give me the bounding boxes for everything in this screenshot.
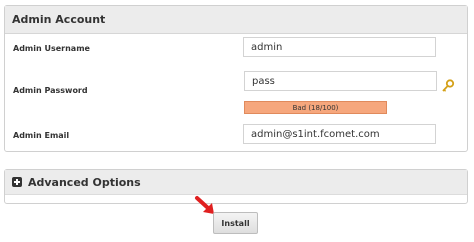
advanced-options-title: Advanced Options bbox=[28, 175, 141, 189]
admin-email-input[interactable]: admin@s1int.fcomet.com bbox=[243, 124, 436, 144]
admin-username-label: Admin Username bbox=[13, 44, 90, 53]
admin-password-label: Admin Password bbox=[13, 86, 88, 95]
admin-username-input[interactable]: admin bbox=[243, 37, 436, 57]
password-strength-meter: Bad (18/100) bbox=[244, 101, 387, 114]
admin-password-input[interactable]: pass bbox=[244, 71, 437, 91]
admin-account-panel: Admin Account Admin Username admin Admin… bbox=[4, 5, 468, 152]
admin-email-label: Admin Email bbox=[13, 131, 70, 140]
password-generator-key-icon[interactable] bbox=[441, 79, 455, 93]
advanced-options-panel: Advanced Options bbox=[4, 169, 468, 204]
install-button[interactable]: Install bbox=[213, 212, 258, 234]
expand-plus-icon bbox=[12, 177, 22, 187]
advanced-options-toggle[interactable]: Advanced Options bbox=[5, 170, 467, 195]
admin-account-title: Admin Account bbox=[5, 6, 467, 34]
